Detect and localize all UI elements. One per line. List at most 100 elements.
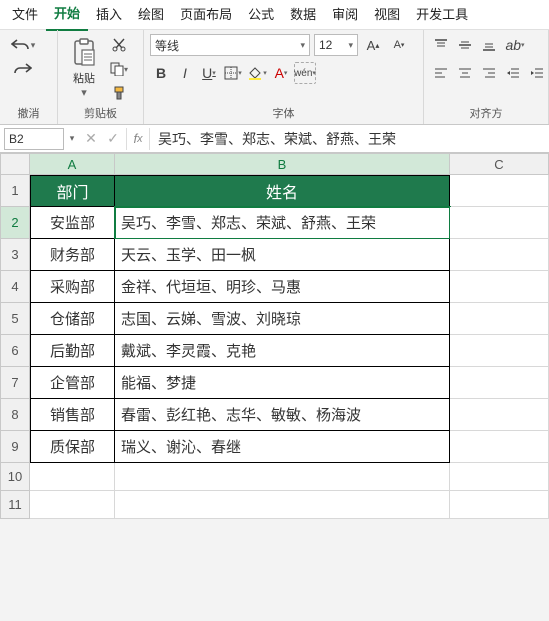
cell-B9[interactable]: 瑞义、谢沁、春继: [115, 431, 450, 463]
font-name-select[interactable]: 等线▾: [150, 34, 310, 56]
cancel-formula-button[interactable]: ✕: [80, 128, 102, 150]
orientation-button[interactable]: ab▾: [502, 34, 528, 56]
row-header-8[interactable]: 8: [0, 399, 30, 431]
cell-B10[interactable]: [115, 463, 450, 491]
menu-item-2[interactable]: 插入: [88, 0, 130, 30]
group-label-align: 对齐方: [430, 106, 542, 122]
namebox-dropdown[interactable]: ▾: [64, 128, 80, 150]
increase-font-button[interactable]: A▴: [362, 34, 384, 56]
confirm-formula-button[interactable]: ✓: [102, 128, 124, 150]
cell-A10[interactable]: [30, 463, 115, 491]
ribbon: ▾ 撤消 粘贴▾ ▾ 剪贴板 等线▾: [0, 30, 549, 125]
menu-item-9[interactable]: 开发工具: [408, 0, 476, 30]
align-bottom-button[interactable]: [478, 34, 500, 56]
menu-item-7[interactable]: 审阅: [324, 0, 366, 30]
row-header-10[interactable]: 10: [0, 463, 30, 491]
increase-indent-button[interactable]: [526, 62, 548, 84]
italic-button[interactable]: I: [174, 62, 196, 84]
cut-button[interactable]: [108, 34, 130, 56]
cell-B6[interactable]: 戴斌、李灵霞、克艳: [115, 335, 450, 367]
copy-button[interactable]: ▾: [108, 58, 130, 80]
redo-button[interactable]: [6, 58, 40, 80]
menu-item-8[interactable]: 视图: [366, 0, 408, 30]
menu-item-3[interactable]: 绘图: [130, 0, 172, 30]
group-label-clipboard: 剪贴板: [64, 106, 137, 122]
row-header-6[interactable]: 6: [0, 335, 30, 367]
cell-C6[interactable]: [450, 335, 549, 367]
cell-B1[interactable]: 姓名: [115, 175, 450, 207]
cell-C11[interactable]: [450, 491, 549, 519]
col-header-B[interactable]: B: [115, 153, 450, 175]
font-size-select[interactable]: 12▾: [314, 34, 358, 56]
cell-C3[interactable]: [450, 239, 549, 271]
col-header-C[interactable]: C: [450, 153, 549, 175]
cell-C2[interactable]: [450, 207, 549, 239]
row-header-9[interactable]: 9: [0, 431, 30, 463]
cell-C10[interactable]: [450, 463, 549, 491]
align-right-button[interactable]: [478, 62, 500, 84]
menu-item-1[interactable]: 开始: [46, 0, 88, 31]
underline-button[interactable]: U▾: [198, 62, 220, 84]
row-header-1[interactable]: 1: [0, 175, 30, 207]
fill-color-button[interactable]: ▾: [246, 62, 268, 84]
cell-A2[interactable]: 安监部: [30, 207, 115, 239]
format-painter-button[interactable]: [108, 82, 130, 104]
menu-bar: 文件开始插入绘图页面布局公式数据审阅视图开发工具: [0, 0, 549, 30]
cell-A11[interactable]: [30, 491, 115, 519]
cell-A6[interactable]: 后勤部: [30, 335, 115, 367]
cell-B5[interactable]: 志国、云娣、雪波、刘晓琼: [115, 303, 450, 335]
cell-A9[interactable]: 质保部: [30, 431, 115, 463]
cell-B2[interactable]: 吴巧、李雪、郑志、荣斌、舒燕、王荣: [115, 207, 450, 239]
row-header-2[interactable]: 2: [0, 207, 30, 239]
align-middle-button[interactable]: [454, 34, 476, 56]
select-all-corner[interactable]: [0, 153, 30, 175]
paste-button[interactable]: 粘贴▾: [64, 34, 104, 99]
row-header-5[interactable]: 5: [0, 303, 30, 335]
clipboard-icon: [66, 34, 102, 70]
row-header-11[interactable]: 11: [0, 491, 30, 519]
phonetic-button[interactable]: wén▾: [294, 62, 316, 84]
align-top-button[interactable]: [430, 34, 452, 56]
cell-A4[interactable]: 采购部: [30, 271, 115, 303]
cell-B7[interactable]: 能福、梦捷: [115, 367, 450, 399]
undo-button[interactable]: ▾: [6, 34, 40, 56]
menu-item-5[interactable]: 公式: [240, 0, 282, 30]
cell-B4[interactable]: 金祥、代垣垣、明珍、马惠: [115, 271, 450, 303]
cell-A1[interactable]: 部门: [30, 175, 115, 207]
fx-button[interactable]: fx: [126, 128, 150, 150]
font-color-button[interactable]: A▾: [270, 62, 292, 84]
align-left-button[interactable]: [430, 62, 452, 84]
menu-item-4[interactable]: 页面布局: [172, 0, 240, 30]
decrease-font-button[interactable]: A▾: [388, 34, 410, 56]
cell-A8[interactable]: 销售部: [30, 399, 115, 431]
cell-C5[interactable]: [450, 303, 549, 335]
group-label-undo: 撤消: [6, 106, 51, 122]
col-header-A[interactable]: A: [30, 153, 115, 175]
cell-C9[interactable]: [450, 431, 549, 463]
formula-bar: B2 ▾ ✕ ✓ fx 吴巧、李雪、郑志、荣斌、舒燕、王荣: [0, 125, 549, 153]
menu-item-6[interactable]: 数据: [282, 0, 324, 30]
decrease-indent-button[interactable]: [502, 62, 524, 84]
paste-label: 粘贴: [73, 70, 95, 86]
cell-A7[interactable]: 企管部: [30, 367, 115, 399]
row-header-4[interactable]: 4: [0, 271, 30, 303]
align-center-button[interactable]: [454, 62, 476, 84]
cell-C1[interactable]: [450, 175, 549, 207]
menu-item-0[interactable]: 文件: [4, 0, 46, 30]
row-header-7[interactable]: 7: [0, 367, 30, 399]
cell-C7[interactable]: [450, 367, 549, 399]
spreadsheet-grid: A B C 1部门姓名 2安监部吴巧、李雪、郑志、荣斌、舒燕、王荣 3财务部天云、玉…: [0, 153, 549, 519]
cell-C8[interactable]: [450, 399, 549, 431]
cell-A5[interactable]: 仓储部: [30, 303, 115, 335]
cell-A3[interactable]: 财务部: [30, 239, 115, 271]
cell-C4[interactable]: [450, 271, 549, 303]
formula-input[interactable]: 吴巧、李雪、郑志、荣斌、舒燕、王荣: [152, 128, 549, 150]
row-header-3[interactable]: 3: [0, 239, 30, 271]
name-box[interactable]: B2: [4, 128, 64, 150]
cell-B8[interactable]: 春雷、彭红艳、志华、敏敏、杨海波: [115, 399, 450, 431]
bold-button[interactable]: B: [150, 62, 172, 84]
group-label-font: 字体: [150, 106, 417, 122]
border-button[interactable]: ▾: [222, 62, 244, 84]
cell-B11[interactable]: [115, 491, 450, 519]
cell-B3[interactable]: 天云、玉学、田一枫: [115, 239, 450, 271]
